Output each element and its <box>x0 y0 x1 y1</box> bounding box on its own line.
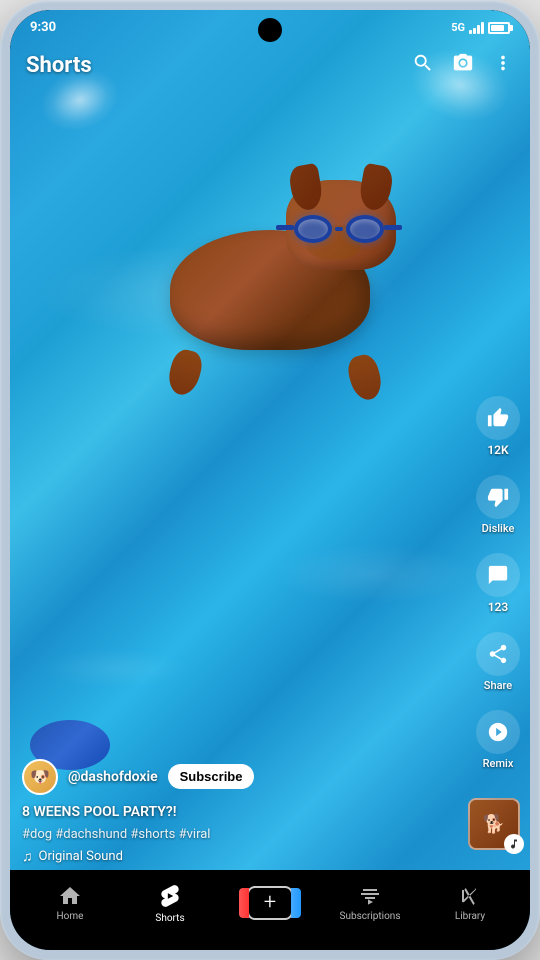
comments-action[interactable]: 123 <box>476 553 520 614</box>
nav-library-label: Library <box>455 911 485 922</box>
dog-goggles <box>294 215 384 243</box>
nav-create[interactable]: + <box>220 886 320 920</box>
like-icon <box>487 407 509 429</box>
dislike-icon <box>487 486 509 508</box>
like-action[interactable]: 12K <box>476 396 520 457</box>
like-count: 12K <box>487 443 508 457</box>
music-label: Original Sound <box>39 849 123 864</box>
channel-avatar[interactable]: 🐶 <box>22 759 58 795</box>
create-plus-icon: + <box>264 890 276 915</box>
top-bar-actions <box>412 52 514 79</box>
library-icon <box>458 884 482 908</box>
comment-count: 123 <box>488 600 509 614</box>
nav-shorts-label: Shorts <box>155 913 184 924</box>
music-badge <box>504 834 524 854</box>
share-icon <box>487 643 509 665</box>
remix-action[interactable]: Remix <box>476 710 520 770</box>
nav-home-label: Home <box>57 911 84 922</box>
dog-animation <box>110 150 430 490</box>
remix-label: Remix <box>483 757 514 770</box>
dog-paw-left <box>165 347 206 398</box>
nav-subscriptions-label: Subscriptions <box>340 911 401 922</box>
screen-content: 9:30 5G <box>10 10 530 950</box>
content-info: 🐶 @dashofdoxie Subscribe 8 WEENS POOL PA… <box>22 759 460 865</box>
search-icon[interactable] <box>412 52 434 79</box>
subscriptions-icon <box>358 884 382 908</box>
music-note-icon: ♫ <box>22 848 33 865</box>
page-title: Shorts <box>26 53 92 78</box>
camera-notch <box>258 18 282 42</box>
channel-row: 🐶 @dashofdoxie Subscribe <box>22 759 460 795</box>
remix-icon <box>487 721 509 743</box>
dislike-label: Dislike <box>482 522 515 535</box>
phone-frame: 9:30 5G <box>0 0 540 960</box>
dog-paw-right <box>345 352 386 403</box>
action-bar: 12K Dislike <box>476 396 520 770</box>
share-action[interactable]: Share <box>476 632 520 692</box>
video-title: 8 WEENS POOL PARTY?! <box>22 803 460 821</box>
top-bar: Shorts <box>10 40 530 90</box>
phone-screen: 9:30 5G <box>10 10 530 950</box>
status-time: 9:30 <box>30 20 56 35</box>
channel-name[interactable]: @dashofdoxie <box>68 769 158 785</box>
comments-icon <box>487 564 509 586</box>
music-row: ♫ Original Sound <box>22 848 460 865</box>
nav-shorts[interactable]: Shorts <box>120 882 220 924</box>
bottom-navigation: Home Shorts + <box>10 870 530 950</box>
dislike-action[interactable]: Dislike <box>476 475 520 535</box>
dog-head <box>286 180 396 270</box>
home-icon <box>58 884 82 908</box>
nav-subscriptions[interactable]: Subscriptions <box>320 884 420 922</box>
status-icons: 5G <box>451 21 510 34</box>
nav-library[interactable]: Library <box>420 884 520 922</box>
channel-thumbnail[interactable]: 🐕 <box>468 798 520 850</box>
battery-icon <box>488 22 510 34</box>
camera-icon[interactable] <box>452 52 474 79</box>
nav-home[interactable]: Home <box>20 884 120 922</box>
video-hashtags: #dog #dachshund #shorts #viral <box>22 827 460 842</box>
subscribe-button[interactable]: Subscribe <box>168 764 255 789</box>
more-options-icon[interactable] <box>492 52 514 79</box>
shorts-icon <box>157 883 183 909</box>
signal-icon <box>469 22 484 34</box>
share-label: Share <box>484 679 512 692</box>
network-indicator: 5G <box>451 21 465 34</box>
